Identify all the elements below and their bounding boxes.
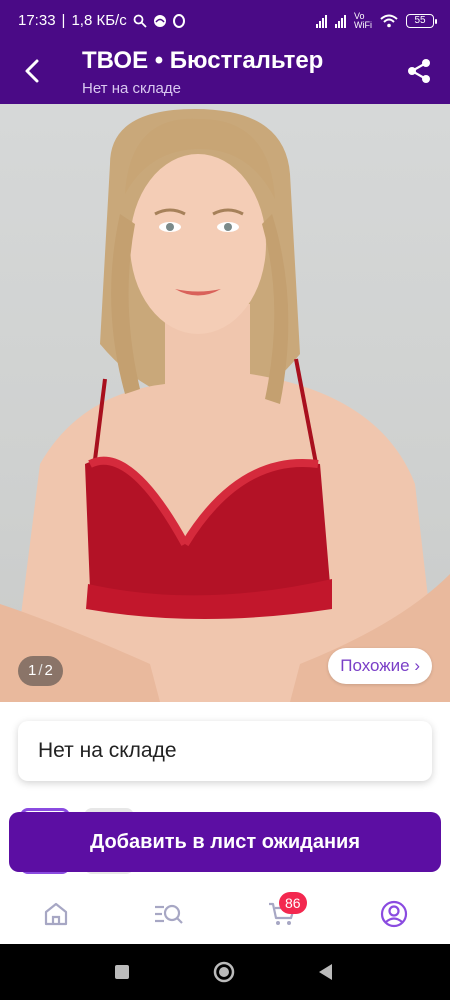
cart-badge: 86	[279, 892, 307, 914]
opera-notification-icon	[172, 13, 185, 28]
app-header: ТВОЕ • Бюстгальтер Нет на складе	[0, 44, 450, 104]
battery-icon: 55	[406, 14, 437, 28]
signal-icon-2	[335, 14, 346, 28]
android-nav-bar	[0, 944, 450, 1000]
similar-button[interactable]: Похожие ›	[328, 648, 432, 684]
app-notification-icon	[153, 14, 166, 27]
home-icon[interactable]	[40, 898, 72, 930]
stock-status-label: Нет на складе	[38, 739, 177, 762]
status-time: 17:33	[18, 12, 56, 29]
page-title: ТВОЕ • Бюстгальтер	[82, 47, 324, 74]
share-icon[interactable]	[404, 56, 434, 86]
search-notification-icon	[133, 14, 147, 28]
status-bar: 17:33 | 1,8 КБ/с Vo WiFi 55	[0, 0, 450, 44]
status-left: 17:33 | 1,8 КБ/с	[18, 12, 185, 29]
product-image[interactable]: 1/2 Похожие ›	[0, 104, 450, 702]
product-photo	[0, 109, 450, 702]
profile-icon[interactable]	[378, 898, 410, 930]
volte-wifi-label: Vo WiFi	[354, 11, 372, 30]
wifi-icon	[380, 14, 398, 28]
home-circle-icon[interactable]	[212, 960, 236, 984]
image-counter: 1/2	[18, 656, 63, 686]
status-right: Vo WiFi 55	[316, 11, 437, 30]
page-subtitle: Нет на складе	[82, 80, 181, 97]
recents-icon[interactable]	[110, 960, 134, 984]
catalog-search-icon[interactable]	[152, 898, 184, 930]
back-triangle-icon[interactable]	[314, 960, 338, 984]
stock-status-card[interactable]: Нет на складе	[18, 721, 432, 781]
bottom-nav	[0, 884, 450, 944]
add-to-waitlist-button[interactable]: Добавить в лист ожидания	[9, 812, 441, 872]
signal-icon	[316, 14, 327, 28]
network-speed: 1,8 КБ/с	[71, 12, 127, 29]
back-arrow-icon[interactable]	[18, 56, 48, 86]
